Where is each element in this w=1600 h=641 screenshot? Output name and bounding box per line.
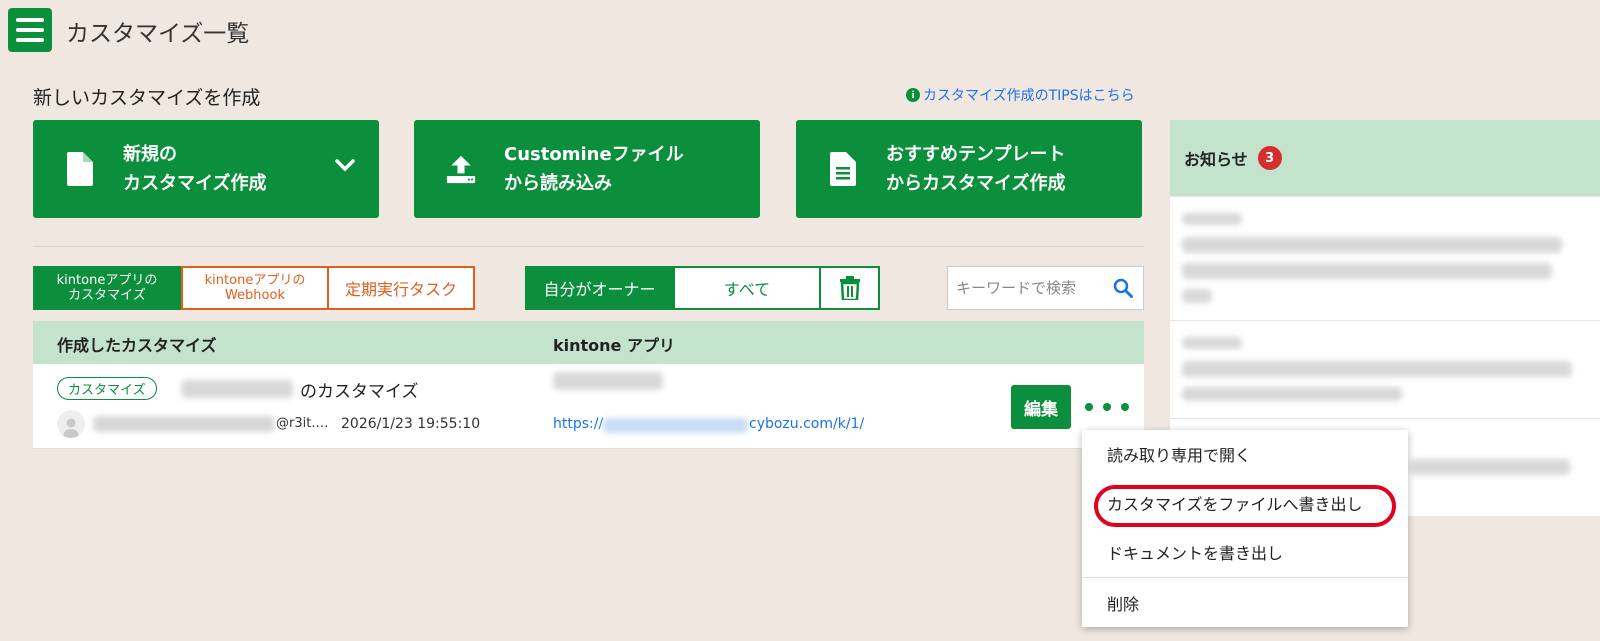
redacted-app-name <box>181 380 293 398</box>
redacted-owner-name <box>93 416 275 432</box>
redacted-url-subdomain <box>603 418 748 433</box>
tab-kintone-webhook[interactable]: kintoneアプリの Webhook <box>181 266 329 310</box>
menu-separator <box>1082 577 1408 578</box>
more-dot-icon <box>1085 403 1093 411</box>
notice-header: お知らせ 3 <box>1170 120 1600 196</box>
search-icon[interactable] <box>1113 278 1133 302</box>
document-icon <box>828 152 858 186</box>
table-header: 作成したカスタマイズ kintone アプリ <box>33 321 1144 364</box>
table-row[interactable]: カスタマイズ のカスタマイズ @r3it.… 2026/1/23 19:55:1… <box>33 364 1144 449</box>
edit-button[interactable]: 編集 <box>1011 385 1071 429</box>
import-customine-file-button[interactable]: Customineファイル から読み込み <box>414 120 760 218</box>
new-customize-label: 新規の カスタマイズ作成 <box>123 144 267 194</box>
search-box <box>947 266 1144 310</box>
menu-item-export-document[interactable]: ドキュメントを書き出し <box>1082 528 1408 576</box>
app-url-prefix[interactable]: https:// <box>553 416 603 432</box>
more-options-button[interactable] <box>1085 397 1129 417</box>
template-customize-button[interactable]: おすすめテンプレート からカスタマイズ作成 <box>796 120 1142 218</box>
file-icon <box>65 152 95 186</box>
menu-button[interactable] <box>8 8 52 52</box>
create-section-heading: 新しいカスタマイズを作成 <box>33 87 261 109</box>
info-icon: i <box>906 88 920 102</box>
section-divider <box>33 246 1144 247</box>
notice-title: お知らせ <box>1184 150 1248 169</box>
notice-count-badge: 3 <box>1257 146 1282 170</box>
filter-mine[interactable]: 自分がオーナー <box>525 266 674 310</box>
hamburger-icon <box>16 18 44 22</box>
redacted-kintone-app-name <box>553 372 663 390</box>
app-url-suffix[interactable]: cybozu.com/k/1/ <box>749 416 864 432</box>
notice-item[interactable] <box>1170 196 1600 320</box>
column-customize: 作成したカスタマイズ <box>57 336 217 355</box>
row-actions-menu: 読み取り専用で開く カスタマイズをファイルへ書き出し ドキュメントを書き出し 削… <box>1082 430 1408 627</box>
created-timestamp: 2026/1/23 19:55:10 <box>341 416 481 432</box>
owner-domain: @r3it.… <box>276 416 329 431</box>
tips-link-label: カスタマイズ作成のTIPSはこちら <box>923 88 1135 104</box>
chevron-down-icon[interactable] <box>335 158 355 177</box>
menu-item-delete[interactable]: 削除 <box>1082 579 1408 627</box>
menu-item-open-readonly[interactable]: 読み取り専用で開く <box>1082 430 1408 478</box>
customize-name-suffix: のカスタマイズ <box>300 382 419 402</box>
search-input[interactable] <box>956 279 1106 297</box>
filter-all[interactable]: すべて <box>673 266 821 310</box>
column-kintone-app: kintone アプリ <box>553 336 675 355</box>
template-label: おすすめテンプレート からカスタマイズ作成 <box>886 144 1066 194</box>
tab-kintone-customize[interactable]: kintoneアプリの カスタマイズ <box>33 266 181 310</box>
page-title: カスタマイズ一覧 <box>66 21 250 47</box>
new-customize-button[interactable]: 新規の カスタマイズ作成 <box>33 120 379 218</box>
trash-button[interactable] <box>819 266 880 310</box>
upload-icon <box>446 152 476 186</box>
avatar <box>57 410 85 438</box>
tips-link[interactable]: i カスタマイズ作成のTIPSはこちら <box>906 85 1135 105</box>
tab-scheduled-task[interactable]: 定期実行タスク <box>327 266 475 310</box>
trash-icon <box>839 276 860 300</box>
notice-item[interactable] <box>1170 320 1600 418</box>
import-file-label: Customineファイル から読み込み <box>504 144 684 194</box>
type-badge: カスタマイズ <box>57 377 157 400</box>
menu-item-export-file[interactable]: カスタマイズをファイルへ書き出し <box>1082 479 1408 527</box>
